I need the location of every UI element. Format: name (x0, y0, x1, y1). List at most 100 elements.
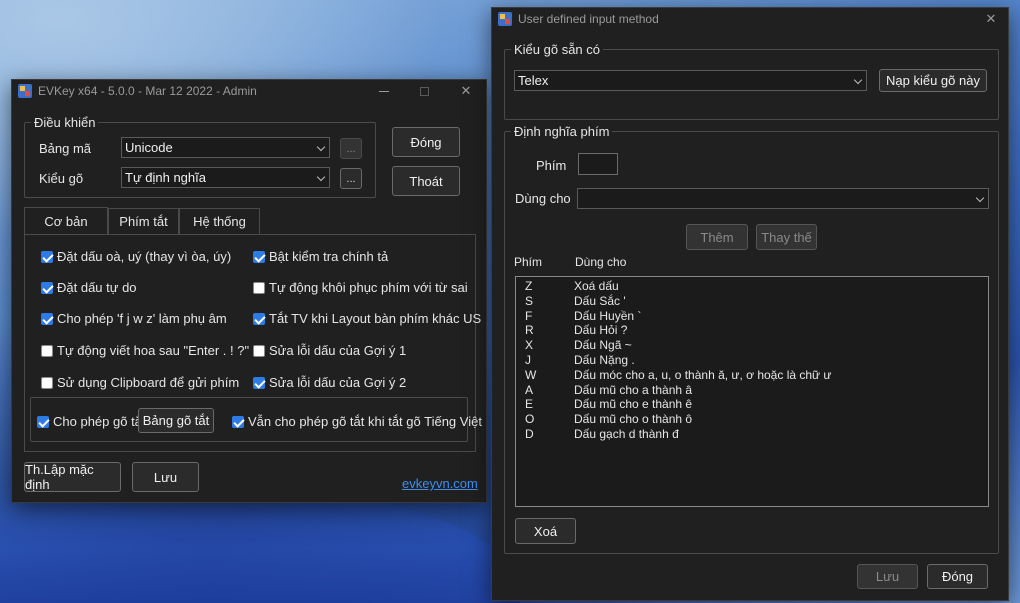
load-preset-button[interactable]: Nạp kiểu gõ này (879, 69, 987, 92)
list-item-key: E (525, 397, 534, 412)
checkbox-0[interactable] (41, 250, 53, 263)
list-item[interactable]: J Dấu Nặng . (516, 353, 988, 368)
list-item-key: F (525, 308, 533, 323)
option-4[interactable]: Cho phép 'f j w z' làm phụ âm (41, 311, 227, 326)
shortcut-keep-option[interactable]: Vẫn cho phép gõ tắt khi tắt gõ Tiếng Việ… (232, 414, 482, 429)
preset-group-label: Kiểu gõ sẵn có (511, 42, 604, 57)
preset-select[interactable]: Telex (514, 70, 867, 91)
udim-save-button[interactable]: Lưu (857, 564, 918, 589)
list-item[interactable]: W Dấu móc cho a, u, o thành ă, ư, ơ hoặc … (516, 368, 988, 383)
checkbox-1[interactable] (253, 250, 265, 263)
minimize-button[interactable] (364, 80, 404, 102)
list-item-key: Z (525, 279, 533, 293)
option-9[interactable]: Sửa lỗi dấu của Gợi ý 2 (253, 375, 406, 390)
exit-button-label: Thoát (409, 173, 443, 189)
list-item[interactable]: E Dấu mũ cho e thành ê (516, 397, 988, 412)
checkbox-5[interactable] (253, 312, 265, 325)
tab-shortcut-label: Phím tắt (119, 214, 168, 229)
udim-titlebar[interactable]: User defined input method ✕ (492, 8, 1008, 30)
list-item[interactable]: F Dấu Huyền ` (516, 309, 988, 324)
input-method-more-button[interactable]: ... (340, 168, 362, 189)
list-item[interactable]: D Dấu gạch d thành đ (516, 427, 988, 442)
add-button-label: Thêm (700, 229, 734, 245)
key-input[interactable] (578, 153, 618, 175)
list-item[interactable]: Z Xoá dấu (516, 279, 988, 294)
define-group-label: Định nghĩa phím (511, 124, 613, 139)
option-5[interactable]: Tắt TV khi Layout bàn phím khác US (253, 311, 481, 326)
charset-select[interactable]: Unicode (121, 137, 330, 158)
shortcut-table-button[interactable]: Bảng gõ tắt (138, 408, 214, 433)
list-item[interactable]: O Dấu mũ cho o thành ô (516, 412, 988, 427)
add-button[interactable]: Thêm (686, 224, 748, 250)
option-0[interactable]: Đặt dấu oà, uý (thay vì òa, úy) (41, 249, 231, 264)
list-item[interactable]: X Dấu Ngã ~ (516, 338, 988, 353)
udim-close-label: Đóng (941, 569, 974, 584)
list-item[interactable]: A Dấu mũ cho a thành â (516, 383, 988, 398)
checkbox-4[interactable] (41, 312, 53, 325)
checkbox-shortcut-allow[interactable] (37, 415, 49, 428)
checkbox-6[interactable] (41, 344, 53, 357)
option-8-label: Sử dụng Clipboard để gửi phím (57, 375, 240, 390)
minimize-icon (379, 90, 389, 92)
delete-button[interactable]: Xoá (515, 518, 576, 544)
checkbox-9[interactable] (253, 376, 265, 389)
list-item-use: Dấu mũ cho e thành ê (574, 397, 693, 412)
shortcut-allow-option[interactable]: Cho phép gõ tắt (37, 414, 146, 429)
dots-label: ... (346, 142, 356, 155)
list-item[interactable]: S Dấu Sắc ' (516, 294, 988, 309)
tab-basic[interactable]: Cơ bản (24, 207, 108, 234)
udim-close-window-button[interactable]: ✕ (976, 8, 1006, 30)
option-3[interactable]: Tự động khôi phục phím với từ sai (253, 280, 468, 295)
shortcut-keep-label: Vẫn cho phép gõ tắt khi tắt gõ Tiếng Việ… (248, 414, 482, 429)
option-2[interactable]: Đặt dấu tự do (41, 280, 137, 295)
checkbox-7[interactable] (253, 344, 265, 357)
udim-close-button[interactable]: Đóng (927, 564, 988, 589)
checkbox-8[interactable] (41, 376, 53, 389)
option-6[interactable]: Tự động viết hoa sau "Enter . ! ?" (41, 343, 249, 358)
mapping-list[interactable]: Z Xoá dấu S Dấu Sắc ' F Dấu Huyền ` R Dấu Hỏi ?… (515, 276, 989, 507)
checkbox-3[interactable] (253, 281, 265, 294)
evkey-titlebar[interactable]: EVKey x64 - 5.0.0 - Mar 12 2022 - Admin … (12, 80, 486, 102)
list-item-key: R (525, 323, 534, 338)
save-button[interactable]: Lưu (132, 462, 199, 492)
exit-button[interactable]: Thoát (392, 166, 460, 196)
option-5-label: Tắt TV khi Layout bàn phím khác US (269, 311, 482, 326)
list-item[interactable]: R Dấu Hỏi ? (516, 323, 988, 338)
load-preset-label: Nạp kiểu gõ này (886, 73, 980, 88)
list-item-key: S (525, 293, 534, 308)
charset-label: Bảng mã (39, 141, 92, 156)
chevron-down-icon (316, 142, 326, 152)
option-1[interactable]: Bật kiểm tra chính tả (253, 249, 388, 264)
input-method-select[interactable]: Tự định nghĩa (121, 167, 330, 188)
option-7[interactable]: Sửa lỗi dấu của Gợi ý 1 (253, 343, 406, 358)
option-1-label: Bật kiểm tra chính tả (269, 249, 389, 264)
shortcut-allow-label: Cho phép gõ tắt (53, 414, 146, 429)
udim-app-icon (498, 12, 512, 26)
list-item-use: Xoá dấu (574, 279, 619, 293)
checkbox-shortcut-keep[interactable] (232, 415, 244, 428)
restore-defaults-button[interactable]: Th.Lập mặc định (24, 462, 121, 492)
tab-shortcut[interactable]: Phím tắt (108, 208, 179, 234)
udim-window: User defined input method ✕ Kiểu gõ sẵn … (491, 7, 1009, 601)
chevron-down-icon (853, 75, 863, 85)
list-item-use: Dấu móc cho a, u, o thành ă, ư, ơ hoặc l… (574, 367, 832, 382)
input-method-value: Tự định nghĩa (125, 170, 206, 185)
option-9-label: Sửa lỗi dấu của Gợi ý 2 (269, 375, 407, 390)
close-button[interactable]: Đóng (392, 127, 460, 157)
checkbox-2[interactable] (41, 281, 53, 294)
tab-system[interactable]: Hệ thống (179, 208, 260, 234)
dots-label: ... (346, 172, 356, 185)
use-select[interactable] (577, 188, 989, 209)
option-0-label: Đặt dấu oà, uý (thay vì òa, úy) (57, 249, 232, 264)
option-8[interactable]: Sử dụng Clipboard để gửi phím (41, 375, 239, 390)
website-link[interactable]: evkeyvn.com (402, 476, 478, 491)
replace-button[interactable]: Thay thế (756, 224, 817, 250)
preset-value: Telex (518, 73, 549, 88)
option-4-label: Cho phép 'f j w z' làm phụ âm (57, 311, 227, 326)
evkey-title: EVKey x64 - 5.0.0 - Mar 12 2022 - Admin (38, 84, 257, 98)
close-window-button[interactable]: ✕ (446, 80, 486, 102)
list-item-use: Dấu Huyền ` (574, 308, 642, 323)
charset-more-button[interactable]: ... (340, 138, 362, 159)
delete-button-label: Xoá (533, 523, 558, 539)
list-item-use: Dấu Sắc ' (574, 293, 626, 308)
